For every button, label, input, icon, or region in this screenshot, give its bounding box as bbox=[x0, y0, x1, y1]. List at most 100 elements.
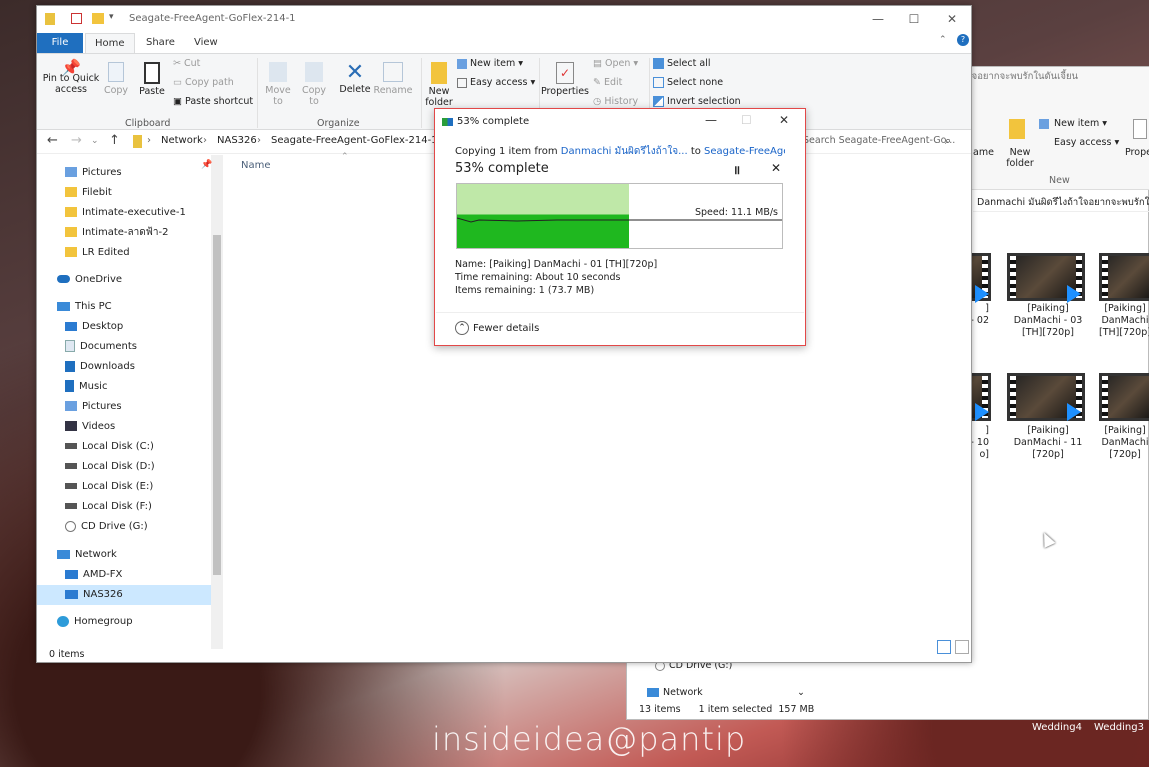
source-link[interactable]: Danmachi มันผิดรึไงถ้าใจ... bbox=[561, 146, 688, 157]
sidebar-item-onedrive[interactable]: OneDrive bbox=[37, 270, 211, 290]
edit-button[interactable]: ✎ Edit bbox=[593, 77, 622, 88]
thumb-label[interactable]: [Paiking] DanMachi - 11 [720p] bbox=[1003, 425, 1093, 461]
sidebar-item-pictures[interactable]: Pictures bbox=[37, 163, 211, 183]
thumb-label[interactable]: [Paiking] DanMachi - 03 [TH][720p] bbox=[1003, 303, 1093, 339]
copy-button[interactable]: Copy bbox=[101, 62, 131, 96]
sidebar-item-local-disk-e[interactable]: Local Disk (E:) bbox=[37, 477, 211, 497]
thumb-label[interactable]: [Paiking] DanMachi [720p] bbox=[1095, 425, 1149, 461]
sidebar-item-local-disk-d[interactable]: Local Disk (D:) bbox=[37, 457, 211, 477]
video-thumbnail[interactable] bbox=[1099, 253, 1149, 301]
taskbar-item[interactable]: Wedding4 bbox=[1032, 722, 1082, 733]
breadcrumb-nas326[interactable]: NAS326 bbox=[217, 135, 257, 146]
easy-access-button[interactable]: Easy access ▾ bbox=[457, 77, 535, 88]
bg-nav-network[interactable]: Network bbox=[647, 687, 703, 698]
qat-dropdown-icon[interactable]: ▾ bbox=[109, 12, 114, 22]
dialog-maximize-button[interactable]: ☐ bbox=[741, 113, 752, 127]
column-header-name[interactable]: Name bbox=[241, 160, 271, 171]
folder-qat-icon[interactable] bbox=[92, 13, 104, 24]
copy-to-button[interactable]: Copy to bbox=[297, 62, 331, 107]
dialog-minimize-button[interactable]: — bbox=[705, 113, 717, 127]
sidebar-item-intimate-executive-1[interactable]: Intimate-executive-1 bbox=[37, 203, 211, 223]
collapse-ribbon-icon[interactable]: ⌃ bbox=[939, 35, 947, 45]
breadcrumb-network[interactable]: Network bbox=[161, 135, 203, 146]
search-input[interactable]: Search Seagate-FreeAgent-Go... bbox=[803, 135, 955, 146]
up-arrow-icon[interactable]: ↑ bbox=[109, 133, 120, 148]
properties-qat-icon[interactable] bbox=[71, 13, 82, 24]
sidebar-item-pictures[interactable]: Pictures bbox=[37, 397, 211, 417]
help-icon[interactable]: ? bbox=[957, 34, 969, 46]
search-icon[interactable]: ⌕ bbox=[945, 134, 951, 148]
cut-button[interactable]: ✂ Cut bbox=[173, 58, 200, 69]
large-icons-view-icon[interactable] bbox=[955, 640, 969, 654]
sidebar-item-amd-fx[interactable]: AMD-FX bbox=[37, 565, 211, 585]
sidebar-item-local-disk-f[interactable]: Local Disk (F:) bbox=[37, 497, 211, 517]
history-button[interactable]: ◷ History bbox=[593, 96, 638, 107]
back-arrow-icon[interactable]: ← bbox=[47, 133, 58, 148]
bg-new-folder-button[interactable]: New folder bbox=[1005, 147, 1035, 169]
bg-properties-icon bbox=[1133, 119, 1147, 139]
tab-file[interactable]: File bbox=[37, 33, 83, 53]
video-thumbnail[interactable] bbox=[1099, 373, 1149, 421]
paste-shortcut-button[interactable]: ▣ Paste shortcut bbox=[173, 96, 253, 107]
sidebar-item-label: Videos bbox=[82, 421, 116, 432]
maximize-button[interactable]: ☐ bbox=[899, 9, 929, 29]
dialog-close-button[interactable]: ✕ bbox=[779, 113, 789, 127]
tab-view[interactable]: View bbox=[185, 33, 227, 53]
sidebar-item-label: LR Edited bbox=[82, 247, 130, 258]
nav-scrollbar[interactable] bbox=[211, 155, 223, 649]
delete-button[interactable]: ✕ Delete bbox=[337, 62, 373, 96]
copy-path-button[interactable]: ▭ Copy path bbox=[173, 77, 234, 88]
open-button[interactable]: ▤ Open ▾ bbox=[593, 58, 638, 69]
details-view-icon[interactable] bbox=[937, 640, 951, 654]
paste-button[interactable]: Paste bbox=[137, 62, 167, 97]
breadcrumb-folder[interactable]: Seagate-FreeAgent-GoFlex-214-1 bbox=[271, 135, 438, 146]
scrollbar-thumb[interactable] bbox=[213, 235, 221, 575]
cancel-copy-icon[interactable]: ✕ bbox=[771, 161, 781, 175]
recent-locations-icon[interactable]: ⌄ bbox=[91, 136, 99, 146]
move-to-button[interactable]: Move to bbox=[261, 62, 295, 107]
fewer-details-button[interactable]: ⌃ Fewer details bbox=[455, 321, 539, 335]
select-all-button[interactable]: Select all bbox=[653, 58, 710, 69]
paste-shortcut-icon: ▣ bbox=[173, 96, 182, 107]
sidebar-item-label: Intimate-executive-1 bbox=[82, 207, 186, 218]
thumb-label[interactable]: [Paiking] DanMachi [TH][720p] bbox=[1095, 303, 1149, 339]
tab-home[interactable]: Home bbox=[85, 33, 135, 53]
bg-easy-access-button[interactable]: Easy access ▾ bbox=[1054, 137, 1119, 148]
sidebar-item-music[interactable]: Music bbox=[37, 377, 211, 397]
pause-icon[interactable]: ॥ bbox=[733, 161, 740, 178]
chevron-down-icon[interactable]: ⌄ bbox=[797, 687, 805, 698]
close-button[interactable]: ✕ bbox=[937, 9, 967, 29]
sidebar-item-this-pc[interactable]: This PC bbox=[37, 297, 211, 317]
sidebar-item-documents[interactable]: Documents bbox=[37, 337, 211, 357]
desktop-icon bbox=[65, 321, 77, 331]
sidebar-item-filebit[interactable]: Filebit bbox=[37, 183, 211, 203]
taskbar-item[interactable]: Wedding3 bbox=[1094, 722, 1144, 733]
sidebar-item-cd-drive-g[interactable]: CD Drive (G:) bbox=[37, 517, 211, 537]
pin-quick-access-button[interactable]: 📌 Pin to Quick access bbox=[41, 58, 101, 96]
tab-share[interactable]: Share bbox=[137, 33, 184, 53]
title-bar[interactable]: ▾ Seagate-FreeAgent-GoFlex-214-1 — ☐ ✕ bbox=[37, 6, 971, 32]
destination-link[interactable]: Seagate-FreeAgent-Go... bbox=[704, 146, 785, 157]
sidebar-item-desktop[interactable]: Desktop bbox=[37, 317, 211, 337]
sidebar-item-videos[interactable]: Videos bbox=[37, 417, 211, 437]
sidebar-item-network[interactable]: Network bbox=[37, 545, 211, 565]
sidebar-item-local-disk-c[interactable]: Local Disk (C:) bbox=[37, 437, 211, 457]
bg-home-label[interactable]: ame bbox=[973, 147, 994, 158]
sidebar-item-nas326[interactable]: NAS326 bbox=[37, 585, 211, 605]
sidebar-item-lr-edited[interactable]: LR Edited bbox=[37, 243, 211, 263]
bg-new-item-button[interactable]: New item ▾ bbox=[1054, 118, 1107, 129]
rename-button[interactable]: Rename bbox=[373, 62, 413, 96]
invert-selection-button[interactable]: Invert selection bbox=[653, 96, 741, 107]
sidebar-item-label: Network bbox=[75, 549, 117, 560]
select-none-button[interactable]: Select none bbox=[653, 77, 723, 88]
properties-button[interactable]: ✓ Properties bbox=[541, 62, 589, 97]
sidebar-item-intimate-2[interactable]: Intimate-ลาดฟ้า-2 bbox=[37, 223, 211, 243]
pin-icon: 📌 bbox=[61, 58, 81, 77]
sidebar-item-homegroup[interactable]: Homegroup bbox=[37, 612, 211, 632]
minimize-button[interactable]: — bbox=[863, 9, 893, 29]
new-item-button[interactable]: New item ▾ bbox=[457, 58, 523, 69]
forward-arrow-icon[interactable]: → bbox=[71, 133, 82, 148]
new-folder-button[interactable]: New folder bbox=[423, 62, 455, 108]
sidebar-item-downloads[interactable]: Downloads bbox=[37, 357, 211, 377]
bg-properties-button[interactable]: Proper bbox=[1125, 147, 1149, 158]
